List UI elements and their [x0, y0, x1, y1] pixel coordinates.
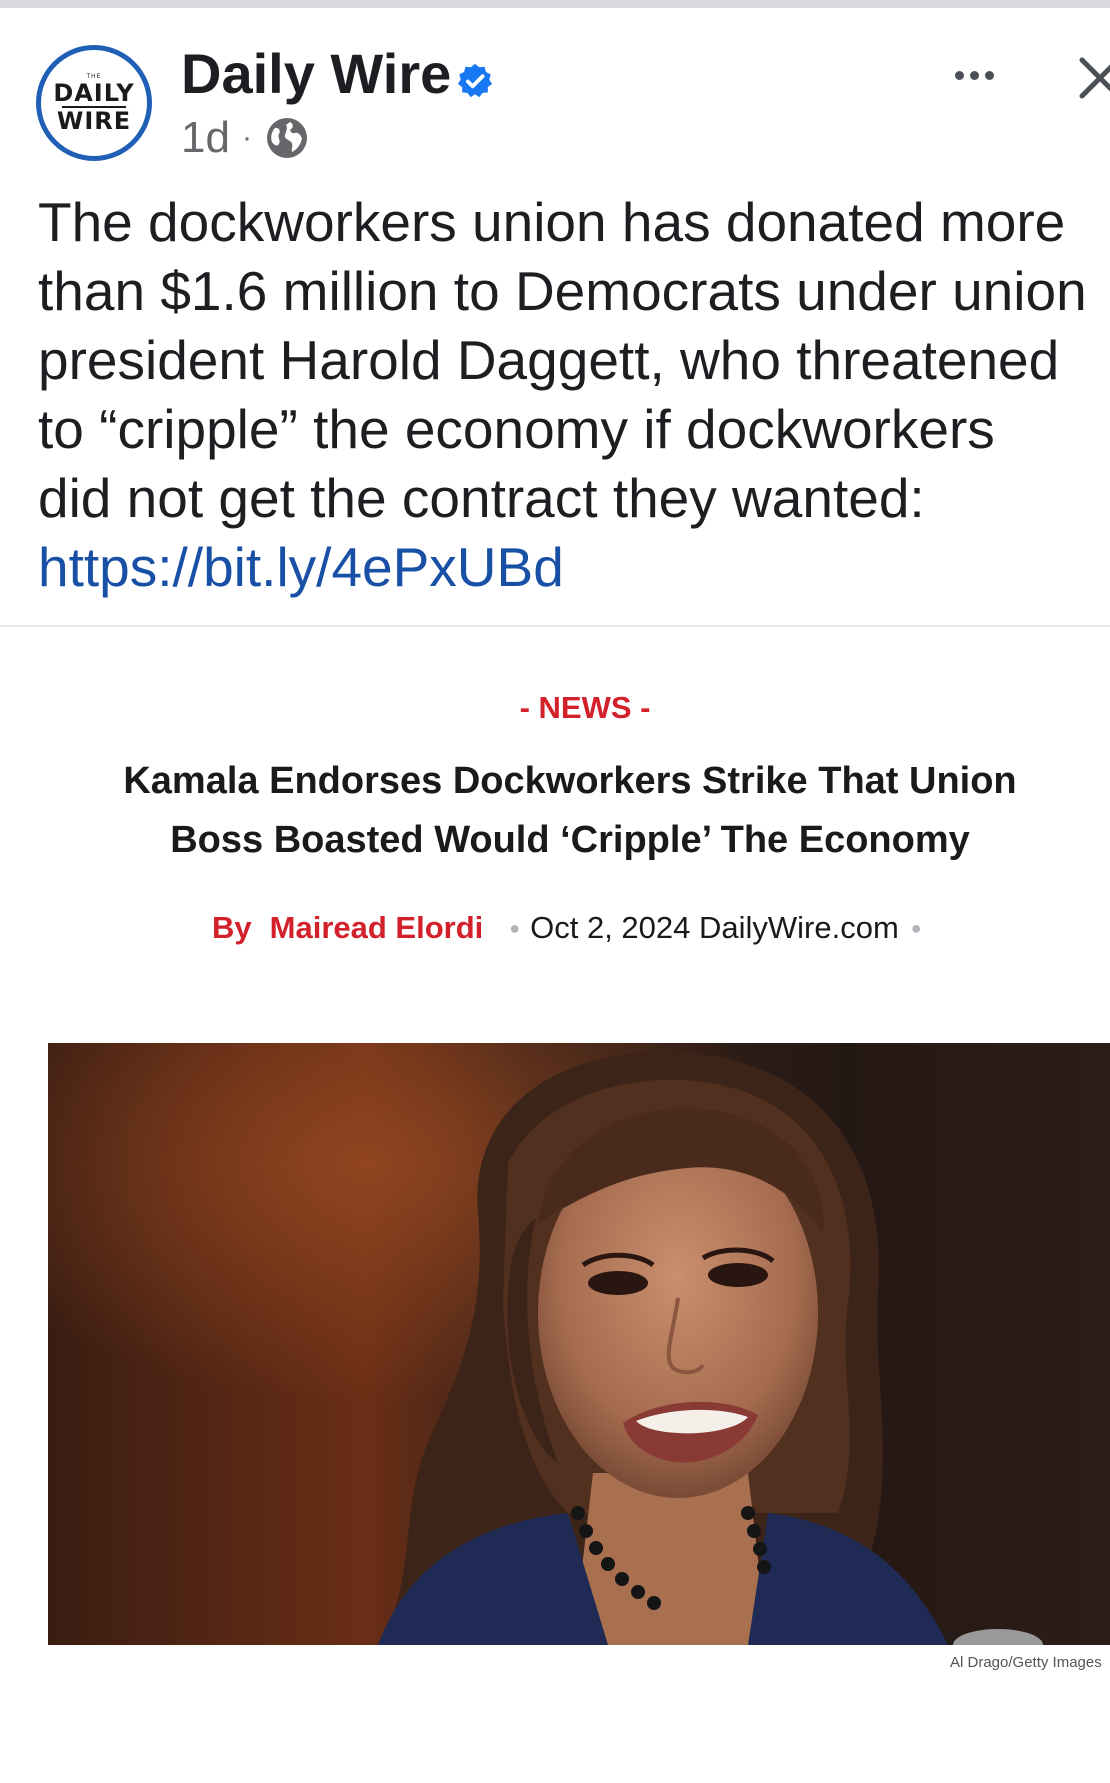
verified-badge-icon [457, 63, 493, 98]
close-icon[interactable] [1070, 48, 1110, 108]
post-text: The dockworkers union has donated more t… [38, 188, 1110, 602]
byline-prefix: By [212, 910, 252, 945]
post-link[interactable]: https://bit.ly/4ePxUBd [38, 533, 1110, 602]
more-options-button[interactable] [940, 50, 1008, 100]
post-text-line: The dockworkers union has donated more [38, 191, 1066, 253]
meta-separator: · [241, 121, 252, 154]
article-title-line: Kamala Endorses Dockworkers Strike That … [123, 760, 1017, 802]
byline-separator: ● [910, 917, 922, 938]
more-icon [954, 70, 964, 80]
post-text-line: to “cripple” the economy if dockworkers [38, 398, 995, 460]
post-time[interactable]: 1d [181, 113, 230, 163]
article-photo-illustration [48, 1043, 1110, 1645]
byline-separator: ● [509, 917, 521, 938]
post-meta: 1d · [181, 112, 310, 164]
article-section-label: - NEWS - [519, 690, 651, 725]
article-title-line: Boss Boasted Would ‘Cripple’ The Economy [170, 819, 970, 861]
article-title[interactable]: Kamala Endorses Dockworkers Strike That … [45, 752, 1095, 870]
post-text-line: than $1.6 million to Democrats under uni… [38, 260, 1087, 322]
byline-author[interactable]: Mairead Elordi [270, 910, 484, 946]
article-photo[interactable] [48, 1043, 1110, 1645]
post-text-line: did not get the contract they wanted: [38, 467, 925, 529]
byline-date-source: Oct 2, 2024 DailyWire.com [530, 910, 899, 945]
top-strip [0, 0, 1110, 8]
globe-icon[interactable] [264, 115, 310, 161]
more-icon-dot [984, 70, 994, 80]
photo-credit: Al Drago/Getty Images [950, 1654, 1102, 1671]
post-text-line: president Harold Daggett, who threatened [38, 329, 1060, 391]
divider [0, 625, 1110, 627]
page-avatar[interactable]: THE DAILY WIRE [36, 45, 152, 161]
page-name[interactable]: Daily Wire [181, 42, 451, 106]
more-icon-dot [969, 70, 979, 80]
article-byline: By Mairead Elordi ● Oct 2, 2024 DailyWir… [212, 905, 922, 951]
avatar-logo-line2: WIRE [56, 106, 132, 135]
avatar-logo-line1: DAILY [53, 78, 135, 107]
